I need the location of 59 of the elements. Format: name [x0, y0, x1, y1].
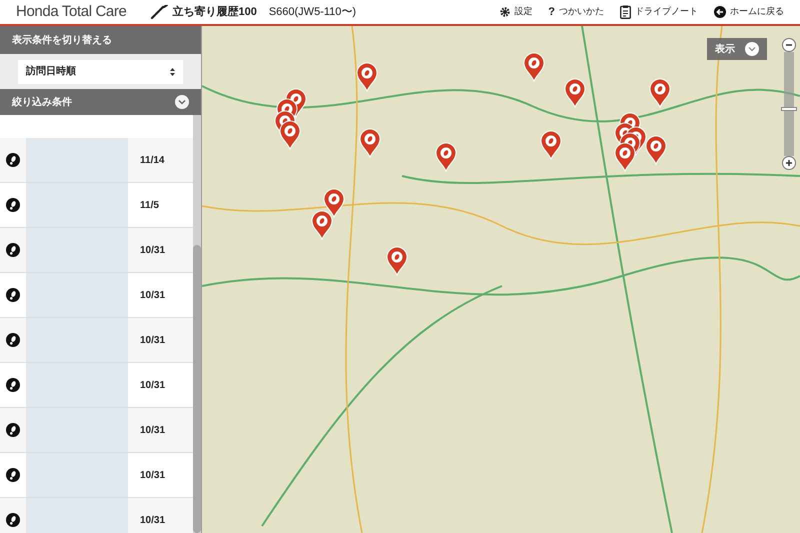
- visit-date: 10/31: [140, 514, 166, 528]
- footprint-icon: [6, 288, 20, 302]
- map-pin-icon[interactable]: [645, 135, 667, 165]
- filter-header[interactable]: 絞り込み条件: [0, 89, 201, 115]
- visit-row[interactable]: 11/5: [0, 183, 193, 228]
- visit-date: 11/5: [140, 198, 159, 212]
- visit-row[interactable]: 10/31: [0, 363, 193, 408]
- footprint-icon: [6, 378, 20, 392]
- footprint-icon: [6, 333, 20, 347]
- map-pin-icon[interactable]: [564, 78, 586, 108]
- map-pin-icon[interactable]: [386, 246, 408, 276]
- visit-row[interactable]: 10/31: [0, 408, 193, 453]
- map-pin-icon[interactable]: [311, 210, 333, 240]
- visit-date: 10/31: [140, 244, 166, 258]
- visit-date: 11/14: [140, 154, 164, 168]
- visit-date: 10/31: [140, 468, 166, 482]
- visit-date: 10/31: [140, 288, 166, 302]
- map-pin-icon[interactable]: [540, 130, 562, 160]
- map-pin-icon[interactable]: [649, 78, 671, 108]
- visit-row[interactable]: 10/31: [0, 498, 193, 533]
- select-arrows-icon: [170, 68, 175, 76]
- chevron-icon: [745, 42, 759, 56]
- brand-name[interactable]: Honda Total Care: [16, 0, 126, 24]
- map-pin-icon[interactable]: [435, 142, 457, 172]
- sort-select[interactable]: 訪問日時順: [18, 60, 183, 84]
- visit-date: 10/31: [140, 378, 166, 392]
- visit-row[interactable]: 11/14: [0, 138, 193, 183]
- footprint-icon: [6, 513, 20, 527]
- footprint-icon: [6, 198, 20, 212]
- footprint-icon: [6, 468, 20, 482]
- map-pin-cluster-drawing[interactable]: [274, 88, 307, 150]
- map-pin-icon[interactable]: [356, 62, 378, 92]
- visit-date: 10/31: [140, 424, 166, 438]
- section-header: 表示条件を切り替える: [0, 26, 201, 54]
- footprint-icon: [6, 153, 20, 167]
- map-pin-icon[interactable]: [523, 52, 545, 82]
- zoom-slider[interactable]: [784, 52, 794, 156]
- visit-row[interactable]: 10/31: [0, 318, 193, 363]
- visit-date: 10/31: [140, 334, 166, 348]
- header-link[interactable]: ? つかいかた: [548, 5, 604, 19]
- clipboard-icon: [620, 5, 631, 19]
- map-pin-icon[interactable]: [359, 128, 381, 158]
- slider-thumb[interactable]: [781, 107, 797, 112]
- visit-row[interactable]: 10/31: [0, 228, 193, 273]
- map-pin-cluster-drawing[interactable]: [614, 112, 647, 172]
- header-link[interactable]: ドライブノート: [620, 5, 698, 19]
- map-area[interactable]: 表示: [202, 26, 800, 533]
- header-link[interactable]: 設定: [500, 5, 532, 19]
- visit-row[interactable]: 10/31: [0, 273, 193, 318]
- visit-row[interactable]: 10/31: [0, 453, 193, 498]
- question-icon: ?: [548, 6, 555, 18]
- header-link[interactable]: ホームに戻る: [714, 5, 784, 19]
- footprint-icon: [6, 423, 20, 437]
- vehicle-model: S660(JW5-110〜): [268, 4, 356, 20]
- page-title: 立ち寄り履歴100: [172, 4, 257, 20]
- display-toggle[interactable]: 表示: [707, 38, 767, 60]
- gear-icon: [500, 7, 510, 17]
- back-arrow-icon: [714, 6, 726, 18]
- footprint-icon: [6, 243, 20, 257]
